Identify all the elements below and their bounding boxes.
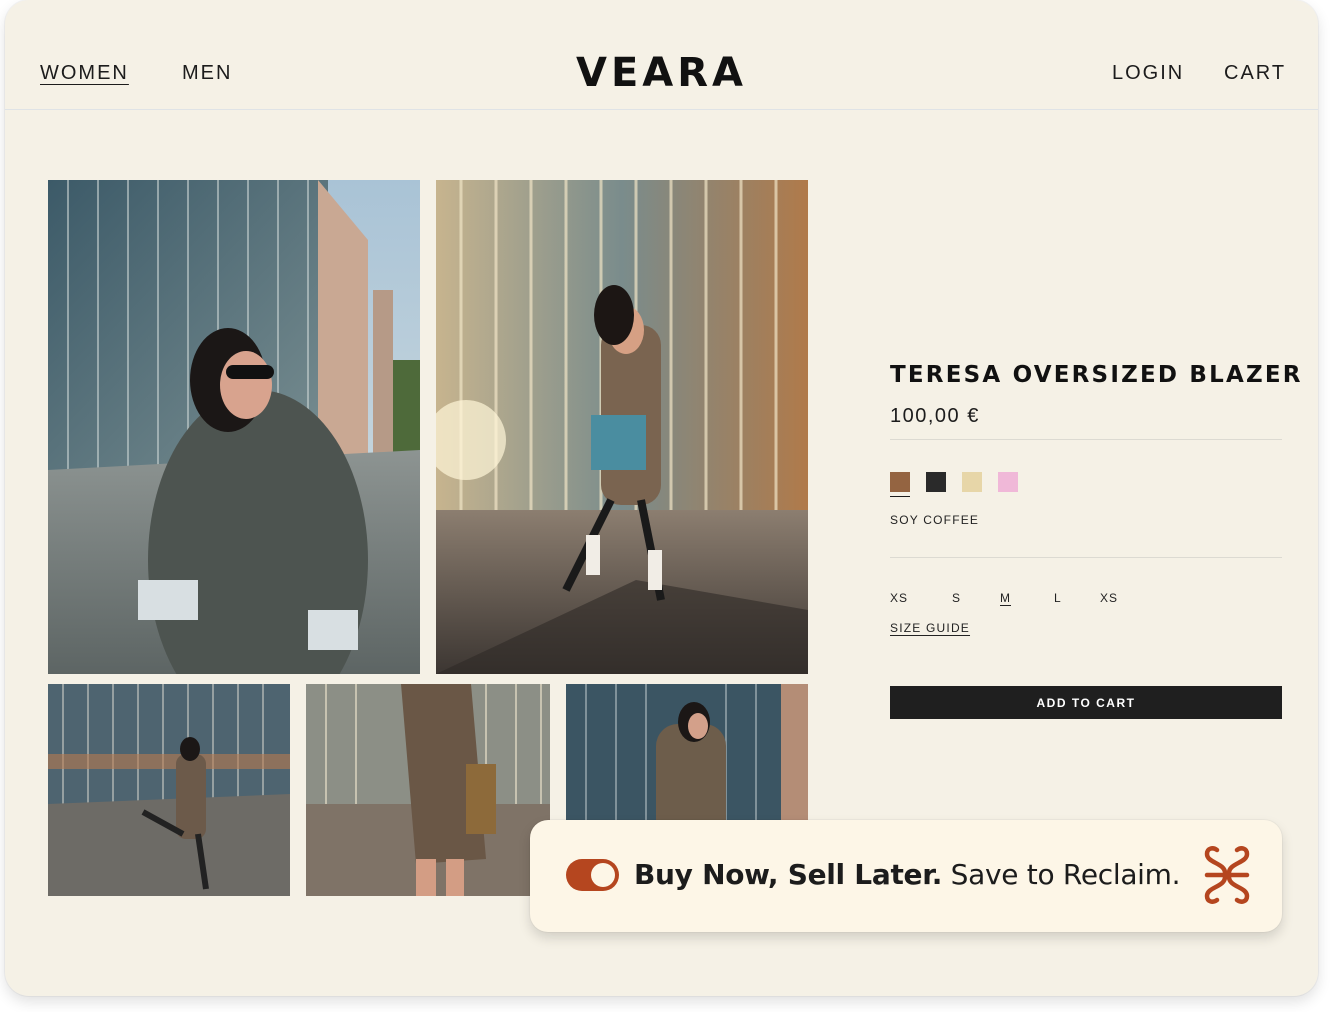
reclaim-banner: Buy Now, Sell Later. Save to Reclaim.	[530, 820, 1282, 932]
color-swatch-cream[interactable]	[962, 472, 982, 492]
reclaim-toggle[interactable]	[566, 859, 619, 891]
color-swatches	[890, 472, 1018, 497]
product-title: TERESA OVERSIZED BLAZER	[890, 362, 1303, 388]
size-option-xs-2[interactable]: XS	[1100, 591, 1118, 605]
product-photo-4[interactable]	[306, 684, 550, 896]
banner-bold-text: Buy Now, Sell Later.	[634, 858, 943, 891]
size-option-l[interactable]: L	[1054, 591, 1062, 605]
product-photo-3[interactable]	[48, 684, 290, 896]
color-swatch-black[interactable]	[926, 472, 946, 492]
size-guide-link[interactable]: SIZE GUIDE	[890, 621, 970, 635]
banner-normal-text: Save to Reclaim.	[942, 858, 1181, 891]
nav-login-link[interactable]: LOGIN	[1112, 62, 1184, 85]
color-swatch-soy-coffee[interactable]	[890, 472, 910, 497]
add-to-cart-button[interactable]: ADD TO CART	[890, 686, 1282, 719]
reclaim-logo-icon	[1204, 846, 1250, 904]
color-swatch-pink[interactable]	[998, 472, 1018, 492]
selected-color-name: SOY COFFEE	[890, 513, 980, 527]
site-header: WOMEN MEN VEARA LOGIN CART	[5, 0, 1318, 110]
divider	[890, 557, 1282, 558]
divider	[890, 439, 1282, 440]
banner-text: Buy Now, Sell Later. Save to Reclaim.	[634, 858, 1181, 891]
size-option-xs[interactable]: XS	[890, 591, 908, 605]
size-option-m[interactable]: M	[1000, 591, 1011, 605]
product-photo-2[interactable]	[436, 180, 808, 674]
toggle-knob	[591, 863, 615, 887]
product-price: 100,00 €	[890, 405, 980, 427]
size-option-s[interactable]: S	[952, 591, 961, 605]
product-photo-1[interactable]	[48, 180, 420, 674]
nav-cart-link[interactable]: CART	[1224, 62, 1286, 85]
